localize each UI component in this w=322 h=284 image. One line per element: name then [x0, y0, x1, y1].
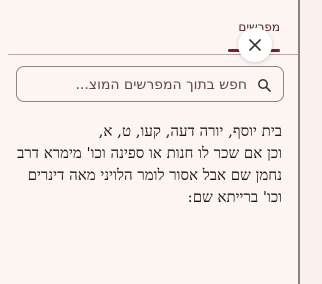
search-field[interactable] [16, 66, 284, 102]
close-button[interactable] [238, 28, 272, 62]
close-icon [249, 39, 261, 51]
main-content-edge [300, 0, 322, 284]
commentary-body: וכן אם שכר לו חנות או ספינה וכו' מימרא ד… [17, 144, 282, 206]
commentary-panel: מפרשים בית יוסף, יורה דעה, קעו, ט, א, וכ… [0, 0, 298, 284]
commentary-text: בית יוסף, יורה דעה, קעו, ט, א, וכן אם שכ… [14, 120, 282, 208]
commentary-source[interactable]: בית יוסף, יורה דעה, קעו, ט, א, [14, 120, 282, 142]
search-input[interactable] [27, 72, 247, 98]
search-icon [258, 79, 271, 92]
commentary-panel-page: מפרשים בית יוסף, יורה דעה, קעו, ט, א, וכ… [0, 0, 322, 284]
